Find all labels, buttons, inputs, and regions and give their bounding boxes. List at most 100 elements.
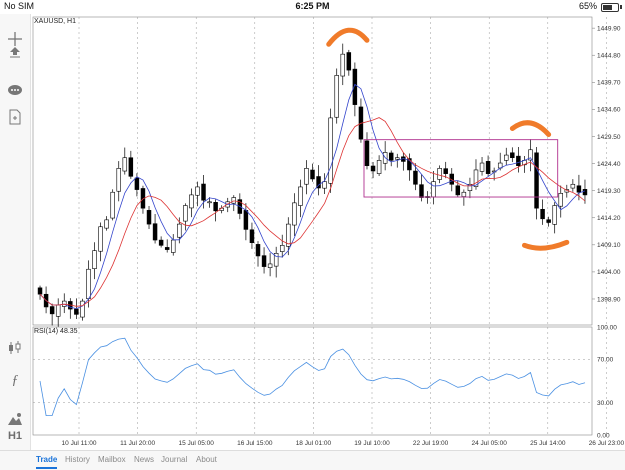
ma-fast-line — [39, 83, 586, 310]
rsi-tick-label: 100.00 — [597, 324, 617, 331]
battery-icon — [601, 3, 619, 12]
date-tick-label: 22 Jul 19:00 — [413, 440, 449, 447]
candle — [419, 184, 424, 198]
candle — [298, 186, 303, 206]
candle — [279, 245, 285, 252]
candle — [582, 189, 588, 196]
candle — [146, 210, 152, 225]
tab-about[interactable]: About — [196, 455, 217, 464]
price-tick-label: 1424.40 — [597, 161, 621, 168]
candle — [292, 202, 297, 226]
range-box — [363, 139, 559, 198]
rsi-tick-label: 70.00 — [597, 357, 614, 364]
candle — [437, 168, 442, 180]
tab-trade[interactable]: Trade — [36, 455, 58, 469]
document-icon[interactable] — [3, 106, 27, 128]
candle — [249, 229, 255, 243]
candle — [98, 226, 103, 252]
candle — [255, 244, 261, 257]
date-tick-label: 19 Jul 10:00 — [354, 440, 390, 447]
rsi-tick-label: 30.00 — [597, 400, 614, 407]
candle — [310, 169, 315, 180]
candle — [570, 183, 576, 189]
price-tick-label: 1398.90 — [597, 296, 621, 303]
tab-journal[interactable]: Journal — [161, 455, 187, 464]
price-tick-label: 1449.90 — [597, 25, 621, 32]
candle — [74, 308, 79, 315]
candle — [479, 162, 485, 172]
candle — [334, 75, 339, 118]
price-tick-label: 1439.70 — [597, 80, 621, 87]
date-tick-label: 11 Jul 20:00 — [120, 440, 155, 447]
price-tick-label: 1404.00 — [597, 269, 621, 276]
candle — [152, 223, 158, 241]
candle — [455, 185, 461, 196]
candle — [322, 181, 327, 189]
candle — [552, 205, 557, 225]
candle — [231, 197, 237, 204]
tab-history[interactable]: History — [65, 455, 90, 464]
candle — [80, 300, 85, 318]
candle — [104, 219, 109, 229]
candle — [134, 177, 140, 190]
date-tick-label: 15 Jul 05:00 — [178, 440, 214, 447]
candle — [158, 239, 164, 246]
candle — [116, 168, 121, 192]
symbol-label: XAUUSD, H1 — [34, 18, 76, 25]
tab-mailbox[interactable]: Mailbox — [98, 455, 126, 464]
candle — [340, 53, 346, 77]
ma-slow-line — [39, 117, 586, 307]
candle — [195, 186, 200, 196]
candle — [443, 168, 448, 174]
date-tick-label: 26 Jul 23:00 — [589, 440, 625, 447]
price-tick-label: 1414.20 — [597, 215, 621, 222]
peak-arc-annotation — [509, 120, 552, 138]
candle — [576, 185, 582, 193]
candle — [395, 157, 400, 160]
candle — [122, 157, 128, 172]
date-tick-label: 18 Jul 01:00 — [296, 440, 332, 447]
candle — [183, 205, 188, 222]
candle — [328, 117, 333, 184]
candle — [304, 168, 309, 185]
price-tick-label: 1434.60 — [597, 107, 621, 114]
chart-type-icon[interactable] — [3, 337, 27, 359]
trough-arc-annotation — [521, 239, 570, 251]
candle — [431, 181, 436, 198]
candle — [510, 152, 515, 159]
rsi-pane-frame — [32, 326, 593, 436]
tab-news[interactable]: News — [134, 455, 154, 464]
status-bar: No SIM 6:25 PM 65% — [0, 0, 625, 14]
price-tick-label: 1444.80 — [597, 53, 621, 60]
buy-sell-icon[interactable] — [3, 42, 27, 64]
rsi-tick-label: 0.00 — [597, 432, 610, 439]
date-tick-label: 16 Jul 15:00 — [237, 440, 273, 447]
chat-icon[interactable] — [3, 80, 27, 102]
candle — [261, 255, 267, 267]
candle — [504, 154, 509, 161]
bottom-tab-bar: Trade History Mailbox News Journal About — [0, 450, 625, 470]
date-tick-label: 24 Jul 05:00 — [471, 440, 507, 447]
candle — [370, 165, 376, 172]
chart-toolbar: ƒ H1 — [0, 14, 31, 463]
clock-label: 6:25 PM — [295, 1, 330, 11]
price-chart[interactable]: 10 Jul 11:00 11 Jul 20:00 15 Jul 05:00 16 J… — [31, 14, 625, 450]
candle — [62, 300, 67, 307]
price-tick-label: 1429.50 — [597, 134, 621, 141]
candle — [364, 140, 370, 166]
candle — [413, 170, 418, 185]
objects-icon[interactable] — [3, 408, 27, 430]
candle — [207, 201, 212, 204]
candle — [461, 191, 467, 197]
candle — [164, 247, 170, 250]
candle — [37, 287, 43, 295]
indicators-icon[interactable]: ƒ — [3, 370, 27, 392]
candle — [189, 194, 194, 209]
candle — [243, 210, 249, 230]
candle — [201, 183, 206, 201]
candle — [516, 155, 521, 166]
candle — [49, 306, 55, 315]
date-tick-label: 25 Jul 14:00 — [530, 440, 566, 447]
candle — [376, 160, 382, 174]
candle — [546, 219, 551, 223]
